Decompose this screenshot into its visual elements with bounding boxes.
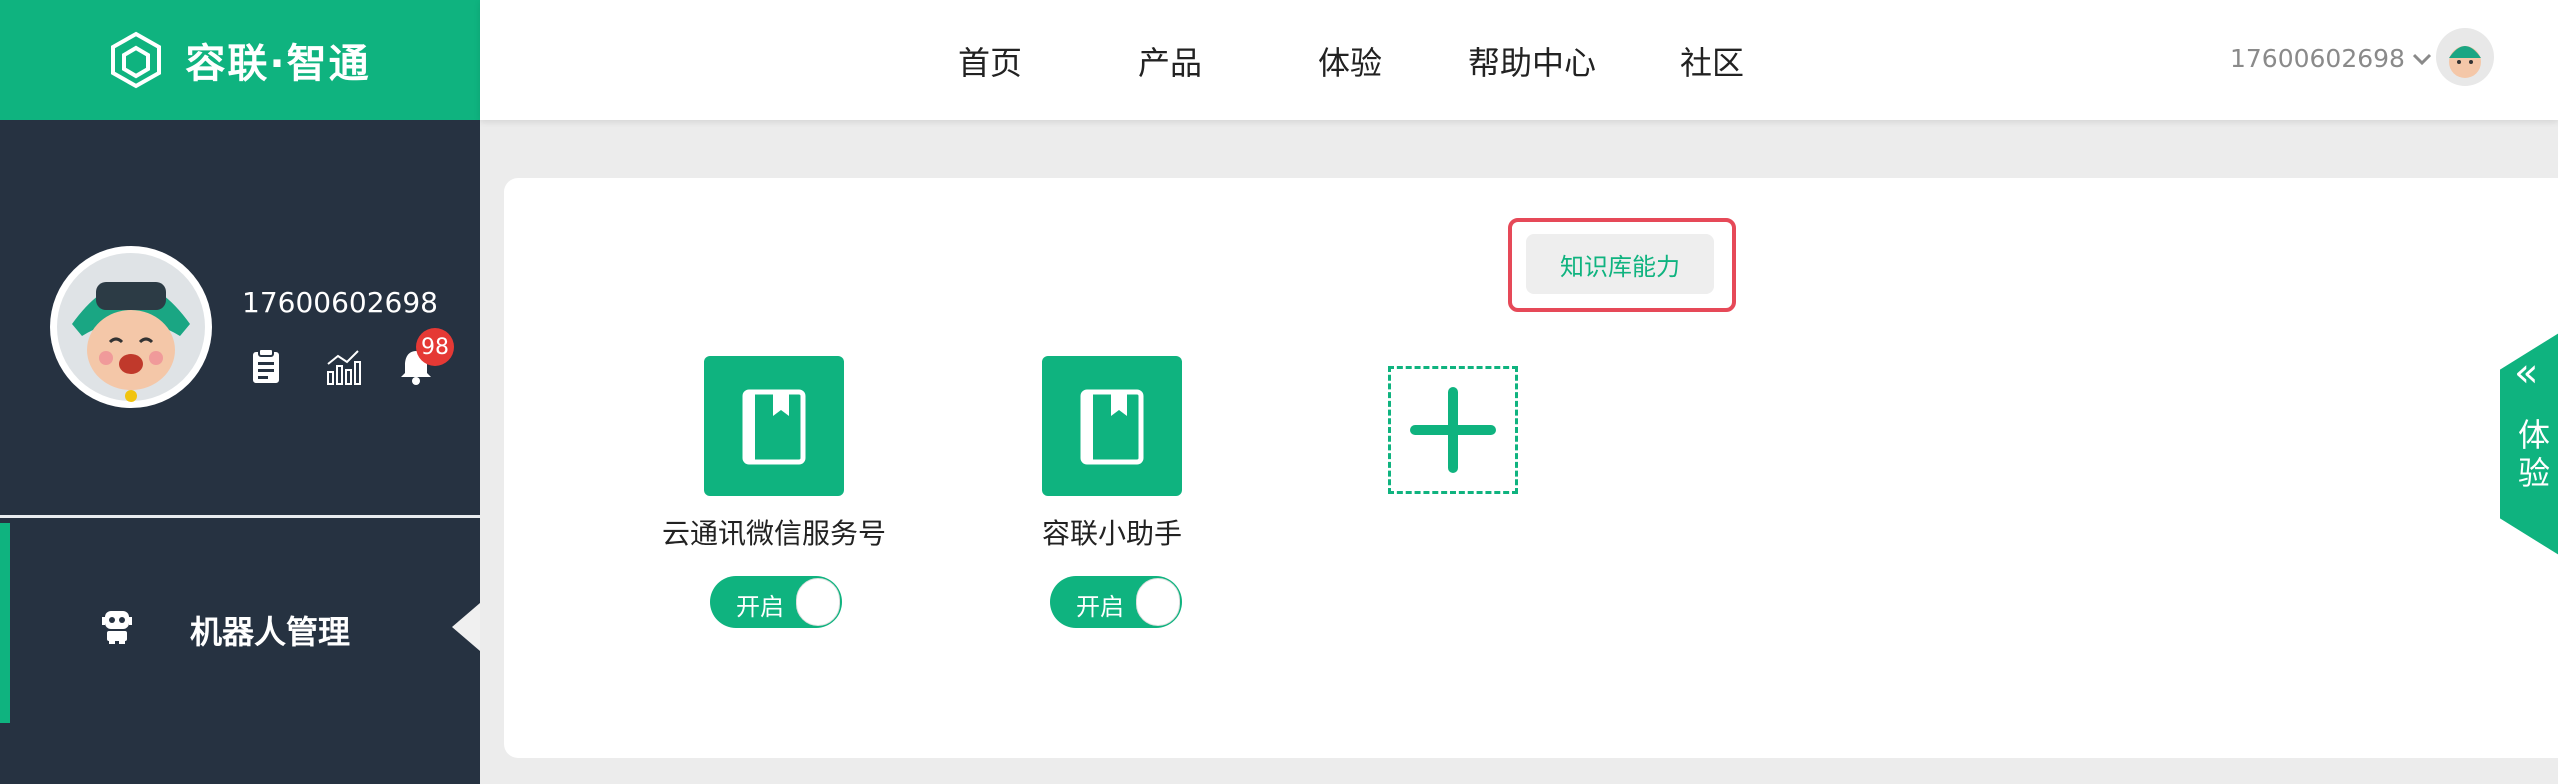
user-phone-label: 17600602698 [2230, 44, 2405, 73]
nav-help-center[interactable]: 帮助中心 [1468, 38, 1596, 84]
sidebar-item-label: 机器人管理 [190, 613, 351, 651]
nav-products[interactable]: 产品 [1138, 38, 1202, 84]
bot-name: 容联小助手 [1042, 517, 1183, 550]
bot-enable-toggle[interactable]: 开启 [710, 576, 842, 628]
hexagon-logo-icon [111, 31, 162, 89]
toggle-knob [796, 578, 840, 626]
active-item-pointer [452, 603, 480, 651]
book-icon [742, 389, 806, 465]
nav-home[interactable]: 首页 [958, 38, 1022, 84]
mascot-avatar-icon [2449, 46, 2481, 78]
profile-panel: 17600602698 98 [0, 120, 480, 518]
double-chevron-left-icon[interactable]: « [2514, 350, 2538, 396]
book-icon [1080, 389, 1144, 465]
user-menu-dropdown[interactable]: 17600602698 [2230, 44, 2433, 73]
bot-enable-toggle[interactable]: 开启 [1050, 576, 1182, 628]
book-icon-tile [704, 356, 844, 496]
statistics-chart-icon[interactable] [322, 346, 362, 386]
sidebar-item-robot-management[interactable]: 机器人管理 [0, 523, 480, 723]
add-bot-button[interactable] [1388, 366, 1518, 494]
knowledge-base-button[interactable]: 知识库能力 [1526, 234, 1714, 294]
avatar[interactable] [2436, 28, 2494, 86]
nav-experience[interactable]: 体验 [1318, 38, 1382, 84]
profile-avatar[interactable] [50, 246, 212, 408]
clipboard-icon[interactable] [246, 346, 286, 386]
robot-icon [102, 611, 132, 644]
notification-count-badge: 98 [416, 328, 454, 366]
profile-phone: 17600602698 [242, 286, 438, 319]
bot-name: 云通讯微信服务号 [662, 517, 887, 550]
sidebar: 17600602698 98 机器人管理 [0, 120, 480, 784]
plus-icon [1410, 387, 1496, 473]
experience-side-tab-label: 体验 [2518, 416, 2551, 492]
toggle-label: 开启 [736, 593, 784, 621]
bot-card-icon[interactable] [1042, 356, 1182, 496]
brand-name: 容联·智通 [185, 41, 371, 87]
mascot-avatar-icon [57, 253, 205, 402]
bot-card-icon[interactable] [704, 356, 844, 496]
brand-logo-area[interactable]: 容联·智通 [0, 0, 480, 120]
book-icon-tile [1042, 356, 1182, 496]
chevron-down-icon [2412, 53, 2432, 65]
toggle-knob [1136, 578, 1180, 626]
highlight-frame: 知识库能力 [1508, 218, 1736, 312]
toggle-label: 开启 [1076, 593, 1124, 621]
nav-community[interactable]: 社区 [1680, 38, 1744, 84]
